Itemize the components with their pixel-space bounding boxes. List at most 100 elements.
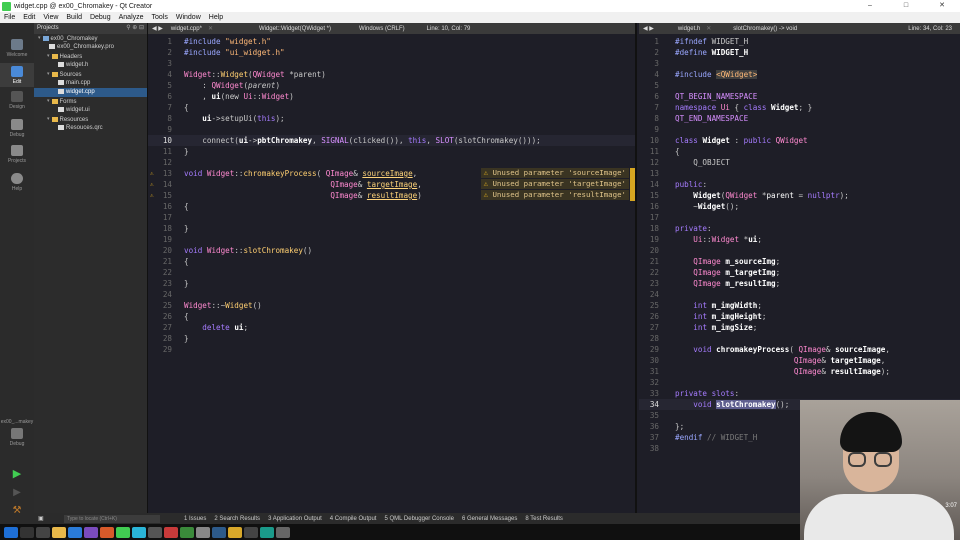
code-text[interactable]: QImage& resultImage); bbox=[675, 366, 890, 377]
line-number[interactable]: 19 bbox=[148, 234, 172, 245]
code-line[interactable]: 27 delete ui; bbox=[148, 322, 635, 333]
file-close-icon[interactable]: ✕ bbox=[704, 25, 713, 32]
code-line[interactable]: 28} bbox=[148, 333, 635, 344]
expand-arrow-icon[interactable]: ▾ bbox=[47, 52, 50, 61]
line-number[interactable]: 4 bbox=[148, 69, 172, 80]
line-number[interactable]: 7 bbox=[148, 102, 172, 113]
app-icon[interactable] bbox=[244, 526, 258, 538]
warning-message[interactable]: ⚠ Unused parameter 'resultImage' bbox=[480, 190, 629, 200]
line-number[interactable]: 20 bbox=[148, 245, 172, 256]
tab-application-output[interactable]: 3 Application Output bbox=[264, 516, 326, 522]
nav-back-icon[interactable]: ◀ ▶ bbox=[148, 25, 167, 32]
code-line[interactable]: 9 bbox=[639, 124, 960, 135]
code-text[interactable]: Widget::~Widget() bbox=[184, 300, 262, 311]
code-text[interactable]: Q_OBJECT bbox=[675, 157, 730, 168]
line-number[interactable]: 6 bbox=[639, 91, 659, 102]
file-selector[interactable]: widget.h bbox=[674, 26, 704, 32]
line-number[interactable]: 34 bbox=[639, 399, 659, 410]
code-line[interactable]: 3 bbox=[148, 58, 635, 69]
code-line[interactable]: 27 int m_imgSize; bbox=[639, 322, 960, 333]
line-number[interactable]: 12 bbox=[148, 157, 172, 168]
code-area-left[interactable]: 1 #include "widget.h" 2 #include "ui_widget… bbox=[148, 36, 635, 513]
code-text[interactable]: Widget(QWidget *parent = nullptr); bbox=[675, 190, 849, 201]
line-number[interactable]: 35 bbox=[639, 410, 659, 421]
line-number[interactable]: 12 bbox=[639, 157, 659, 168]
warning-icon[interactable]: ⚠ bbox=[150, 190, 154, 201]
warning-message[interactable]: ⚠ Unused parameter 'targetImage' bbox=[480, 179, 629, 189]
code-text[interactable]: }; bbox=[675, 421, 684, 432]
line-number[interactable]: 5 bbox=[148, 80, 172, 91]
line-number[interactable]: 2 bbox=[639, 47, 659, 58]
close-button[interactable]: ✕ bbox=[924, 0, 960, 12]
build-button[interactable]: ⚒ bbox=[0, 505, 34, 516]
mode-help[interactable]: Help bbox=[0, 173, 34, 192]
code-line[interactable]: 8 QT_END_NAMESPACE bbox=[639, 113, 960, 124]
line-number[interactable]: 37 bbox=[639, 432, 659, 443]
code-line[interactable]: 1 #include "widget.h" bbox=[148, 36, 635, 47]
minimize-button[interactable]: – bbox=[852, 0, 888, 12]
tree-item[interactable]: ▾ Resources bbox=[34, 115, 147, 124]
line-number[interactable]: 6 bbox=[148, 91, 172, 102]
line-number[interactable]: 28 bbox=[639, 333, 659, 344]
tree-item[interactable]: ▾ Forms bbox=[34, 97, 147, 106]
app-icon[interactable] bbox=[260, 526, 274, 538]
cursor-position[interactable]: Line: 34, Col: 23 bbox=[904, 26, 956, 32]
line-number[interactable]: 16 bbox=[639, 201, 659, 212]
code-text[interactable]: connect(ui->pbtChromakey, SIGNAL(clicked… bbox=[184, 135, 540, 146]
code-line[interactable]: 25 Widget::~Widget() bbox=[148, 300, 635, 311]
code-line[interactable]: 26 int m_imgHeight; bbox=[639, 311, 960, 322]
code-line[interactable]: 21 { bbox=[148, 256, 635, 267]
line-number[interactable]: 11 bbox=[148, 146, 172, 157]
app-icon[interactable] bbox=[84, 526, 98, 538]
line-number[interactable]: 36 bbox=[639, 421, 659, 432]
code-text[interactable]: int m_imgSize; bbox=[675, 322, 757, 333]
line-number[interactable]: 24 bbox=[639, 289, 659, 300]
tree-item[interactable]: Resouces.qrc bbox=[34, 124, 147, 133]
line-number[interactable]: 28 bbox=[148, 333, 172, 344]
menu-help[interactable]: Help bbox=[205, 14, 227, 21]
code-line[interactable]: 21 QImage m_sourceImg; bbox=[639, 256, 960, 267]
tree-item[interactable]: ex00_Chromakey.pro bbox=[34, 43, 147, 52]
tree-item[interactable]: ▾ Sources bbox=[34, 70, 147, 79]
code-line[interactable]: 5 : QWidget(parent) bbox=[148, 80, 635, 91]
code-line[interactable]: 31 QImage& resultImage); bbox=[639, 366, 960, 377]
line-number[interactable]: 33 bbox=[639, 388, 659, 399]
tab-search-results[interactable]: 2 Search Results bbox=[210, 516, 264, 522]
maximize-button[interactable]: □ bbox=[888, 0, 924, 12]
code-line[interactable]: 11} bbox=[148, 146, 635, 157]
code-line[interactable]: 7 namespace Ui { class Widget; } bbox=[639, 102, 960, 113]
code-line[interactable]: 10 connect(ui->pbtChromakey, SIGNAL(clic… bbox=[148, 135, 635, 146]
code-line[interactable]: 14 QImage& targetImage, ⚠ ⚠ Unused paramet… bbox=[148, 179, 635, 190]
code-line[interactable]: 9 bbox=[148, 124, 635, 135]
line-number[interactable]: 9 bbox=[148, 124, 172, 135]
code-text[interactable]: public: bbox=[675, 179, 707, 190]
mode-design[interactable]: Design bbox=[0, 91, 34, 110]
code-line[interactable]: 17 bbox=[148, 212, 635, 223]
line-number[interactable]: 26 bbox=[148, 311, 172, 322]
code-line[interactable]: 18 private: bbox=[639, 223, 960, 234]
line-number[interactable]: 19 bbox=[639, 234, 659, 245]
code-text[interactable]: } bbox=[184, 223, 189, 234]
line-number[interactable]: 8 bbox=[148, 113, 172, 124]
app-icon[interactable] bbox=[212, 526, 226, 538]
line-number[interactable]: 3 bbox=[639, 58, 659, 69]
tree-item[interactable]: widget.cpp bbox=[34, 88, 147, 97]
code-line[interactable]: 25 int m_imgWidth; bbox=[639, 300, 960, 311]
code-line[interactable]: 20 void Widget::slotChromakey() bbox=[148, 245, 635, 256]
line-number[interactable]: 22 bbox=[639, 267, 659, 278]
tree-item[interactable]: ▾ Headers bbox=[34, 52, 147, 61]
line-number[interactable]: 14 bbox=[639, 179, 659, 190]
code-text[interactable]: class Widget : public QWidget bbox=[675, 135, 808, 146]
line-number[interactable]: 18 bbox=[639, 223, 659, 234]
code-text[interactable]: Widget::Widget(QWidget *parent) bbox=[184, 69, 326, 80]
line-number[interactable]: 29 bbox=[639, 344, 659, 355]
code-line[interactable]: 29 bbox=[148, 344, 635, 355]
line-number[interactable]: 22 bbox=[148, 267, 172, 278]
line-number[interactable]: 38 bbox=[639, 443, 659, 454]
expand-arrow-icon[interactable]: ▾ bbox=[38, 34, 41, 43]
symbol-selector[interactable]: slotChromakey() -> void bbox=[729, 26, 801, 32]
code-text[interactable]: private slots: bbox=[675, 388, 739, 399]
code-line[interactable]: 33 private slots: bbox=[639, 388, 960, 399]
locator-input[interactable]: Type to locate (Ctrl+K) bbox=[64, 514, 160, 523]
line-number[interactable]: 3 bbox=[148, 58, 172, 69]
